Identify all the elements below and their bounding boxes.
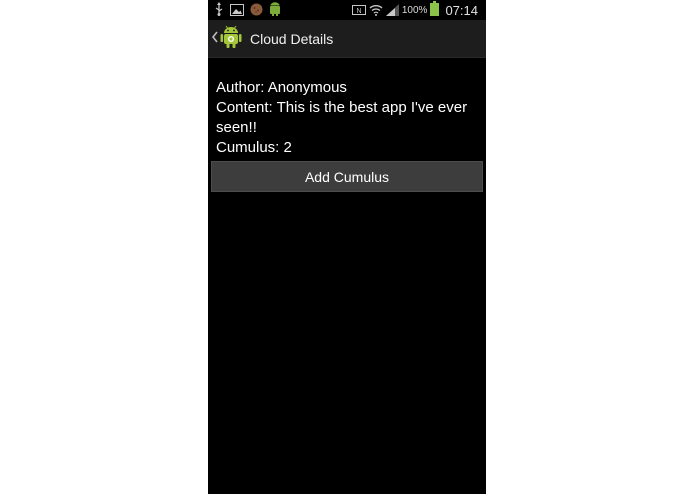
- back-chevron-icon: [211, 29, 220, 48]
- svg-text:N: N: [356, 8, 361, 15]
- usb-icon: [214, 1, 224, 20]
- cookie-icon: [250, 1, 263, 20]
- android-notification-icon: [269, 1, 281, 20]
- add-cumulus-button[interactable]: Add Cumulus: [211, 161, 483, 192]
- author-text: Author: Anonymous: [216, 79, 347, 96]
- up-navigation-button[interactable]: [211, 25, 242, 53]
- cumulus-count: Cumulus: 2: [216, 139, 292, 156]
- nfc-icon: N: [351, 1, 366, 20]
- clock: 07:14: [445, 2, 478, 18]
- action-bar: Cloud Details: [208, 20, 486, 58]
- notification-icons: [214, 1, 281, 20]
- android-app-icon: [220, 25, 242, 53]
- screen-title: Cloud Details: [250, 30, 334, 47]
- gallery-icon: [230, 1, 244, 20]
- status-bar: N 100% 07:14: [208, 0, 486, 20]
- battery-percent: 100%: [401, 4, 428, 16]
- content-text: Content: This is the best app I've ever …: [216, 99, 468, 136]
- cloud-details: Author: Anonymous Content: This is the b…: [216, 78, 484, 158]
- wifi-icon: [369, 1, 383, 20]
- phone-screen: N 100% 07:14 Cloud Details Author: Anony…: [208, 0, 486, 494]
- battery-icon: [430, 0, 440, 20]
- signal-icon: [385, 1, 399, 20]
- system-icons: N 100% 07:14: [351, 0, 478, 20]
